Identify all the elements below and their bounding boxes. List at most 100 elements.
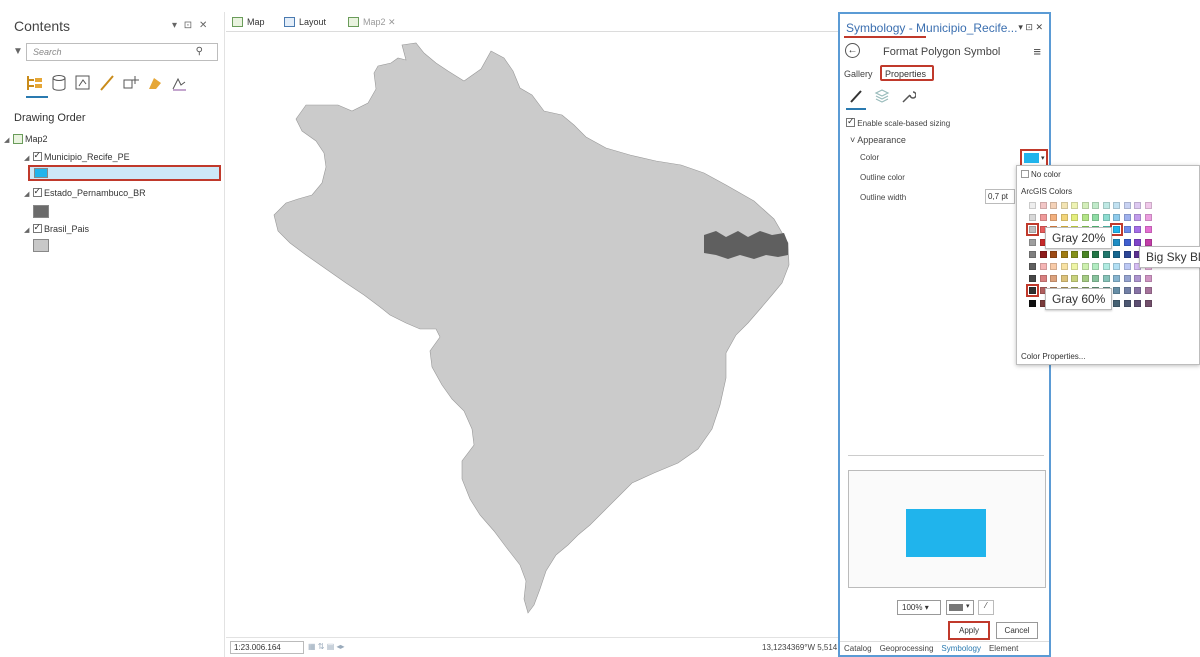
editing-icon[interactable] (98, 74, 116, 92)
color-swatch[interactable] (1123, 275, 1131, 283)
color-swatch[interactable] (1102, 250, 1110, 258)
tab-map[interactable]: Map (232, 17, 265, 27)
color-swatch[interactable] (1081, 250, 1089, 258)
color-properties-link[interactable]: Color Properties... (1021, 352, 1085, 361)
layer-map2[interactable]: ◢ Map2 (4, 134, 48, 144)
color-swatch[interactable] (1029, 299, 1036, 307)
tab-catalog[interactable]: Catalog (844, 644, 872, 653)
color-swatch[interactable] (1071, 214, 1078, 222)
color-swatch[interactable] (1134, 287, 1141, 295)
color-swatch[interactable] (1144, 287, 1152, 295)
drawing-order-icon[interactable] (26, 74, 44, 92)
color-swatch[interactable] (1123, 226, 1131, 234)
symbology-window-controls[interactable]: ▾ ⊡ ✕ (1018, 22, 1043, 33)
appearance-section[interactable]: ˅ Appearance (850, 135, 906, 145)
tab-gallery[interactable]: Gallery (844, 69, 873, 79)
color-swatch[interactable] (1039, 214, 1047, 222)
color-swatch[interactable] (1039, 275, 1047, 283)
color-swatch[interactable] (1134, 275, 1141, 283)
color-swatch[interactable] (1029, 263, 1036, 270)
color-swatch[interactable] (1050, 275, 1057, 283)
color-swatch[interactable] (1113, 250, 1120, 258)
color-swatch[interactable] (1123, 238, 1131, 246)
color-swatch[interactable] (1102, 263, 1110, 270)
tab-symbology[interactable]: Symbology (941, 644, 981, 653)
color-swatch[interactable] (1113, 214, 1120, 222)
back-arrow-icon[interactable]: ← (845, 43, 860, 58)
brazil-polygon[interactable] (273, 42, 790, 614)
data-source-icon[interactable] (50, 74, 68, 92)
color-swatch[interactable] (1144, 202, 1152, 209)
color-swatch[interactable] (1029, 238, 1036, 246)
recife-symbol-swatch[interactable] (34, 168, 48, 178)
color-swatch[interactable] (1134, 238, 1141, 246)
contents-search-input[interactable]: Search ⚲ (26, 43, 218, 61)
scale-sizing-option[interactable]: Enable scale-based sizing (846, 116, 950, 128)
color-swatch[interactable] (1144, 226, 1152, 234)
color-swatch[interactable] (1123, 299, 1131, 307)
color-swatch[interactable] (1102, 202, 1110, 209)
cancel-button[interactable]: Cancel (996, 622, 1038, 639)
color-swatch[interactable] (1092, 275, 1099, 283)
layer-visibility-checkbox[interactable] (32, 186, 42, 197)
color-swatch[interactable] (1144, 299, 1152, 307)
map-view[interactable] (226, 33, 838, 637)
layer-brasil-pais[interactable]: ◢ Brasil_Pais (24, 222, 89, 234)
snapping-icon[interactable] (122, 74, 140, 92)
chart-icon[interactable] (170, 74, 188, 92)
pernambuco-symbol-swatch[interactable] (33, 205, 49, 218)
color-swatch[interactable] (1039, 263, 1047, 270)
tab-map2[interactable]: Map2 ✕ (348, 17, 396, 28)
color-swatch[interactable] (1113, 275, 1120, 283)
outline-width-input[interactable]: 0,7 pt (985, 189, 1015, 204)
color-swatch[interactable] (1123, 250, 1131, 258)
color-swatch[interactable] (1081, 275, 1089, 283)
color-swatch[interactable] (1134, 226, 1141, 234)
color-swatch[interactable] (1144, 214, 1152, 222)
contents-window-controls[interactable]: ▾ ⊡ ✕ (172, 20, 209, 31)
color-swatch[interactable] (1123, 202, 1131, 209)
preview-zoom-select[interactable]: 100% ▾ (897, 600, 941, 615)
close-icon[interactable]: ✕ (388, 17, 396, 27)
color-swatch[interactable] (1060, 263, 1068, 270)
color-swatch[interactable] (1060, 250, 1068, 258)
color-swatch[interactable] (1050, 202, 1057, 209)
nav-toolbar-icons[interactable]: ▦ ⇅ ▤ ◂▸ (308, 642, 345, 651)
wrench-icon[interactable] (900, 88, 917, 106)
color-swatch[interactable] (1123, 263, 1131, 270)
expand-arrow-icon[interactable]: ◢ (24, 154, 30, 162)
color-swatch[interactable] (1071, 263, 1078, 270)
no-color-option[interactable]: No color (1021, 170, 1061, 179)
layer-municipio-recife[interactable]: ◢ Municipio_Recife_PE (24, 150, 130, 162)
color-swatch[interactable] (1060, 275, 1068, 283)
color-swatch[interactable] (1039, 202, 1047, 209)
color-swatch[interactable] (1123, 214, 1131, 222)
color-swatch[interactable] (1081, 214, 1089, 222)
color-swatch[interactable] (1050, 250, 1057, 258)
color-swatch[interactable] (1092, 202, 1099, 209)
color-swatch[interactable] (1102, 214, 1110, 222)
preview-background-button[interactable]: ▾ (946, 600, 974, 615)
color-swatch[interactable] (1071, 250, 1078, 258)
color-swatch[interactable] (1092, 263, 1099, 270)
scale-selector[interactable]: 1:23.006.164 (230, 641, 304, 654)
layer-visibility-checkbox[interactable] (32, 150, 42, 161)
color-swatch[interactable] (1050, 214, 1057, 222)
color-swatch[interactable] (1134, 202, 1141, 209)
layer-estado-pernambuco[interactable]: ◢ Estado_Pernambuco_BR (24, 186, 146, 198)
color-swatch[interactable] (1029, 214, 1036, 222)
color-swatch[interactable] (1071, 202, 1078, 209)
color-swatch[interactable] (1029, 202, 1036, 209)
color-swatch[interactable] (1060, 214, 1068, 222)
layer-visibility-checkbox[interactable] (32, 222, 42, 233)
color-swatch[interactable] (1060, 202, 1068, 209)
color-swatch[interactable] (1029, 275, 1036, 283)
color-swatch[interactable] (1113, 263, 1120, 270)
pane-splitter[interactable] (848, 455, 1044, 456)
tab-geoprocessing[interactable]: Geoprocessing (880, 644, 934, 653)
menu-icon[interactable]: ≡ (1033, 44, 1041, 59)
color-swatch[interactable] (1039, 250, 1047, 258)
brasil-symbol-swatch[interactable] (33, 239, 49, 252)
color-swatch[interactable] (1134, 214, 1141, 222)
recife-symbol-row[interactable] (28, 165, 221, 181)
